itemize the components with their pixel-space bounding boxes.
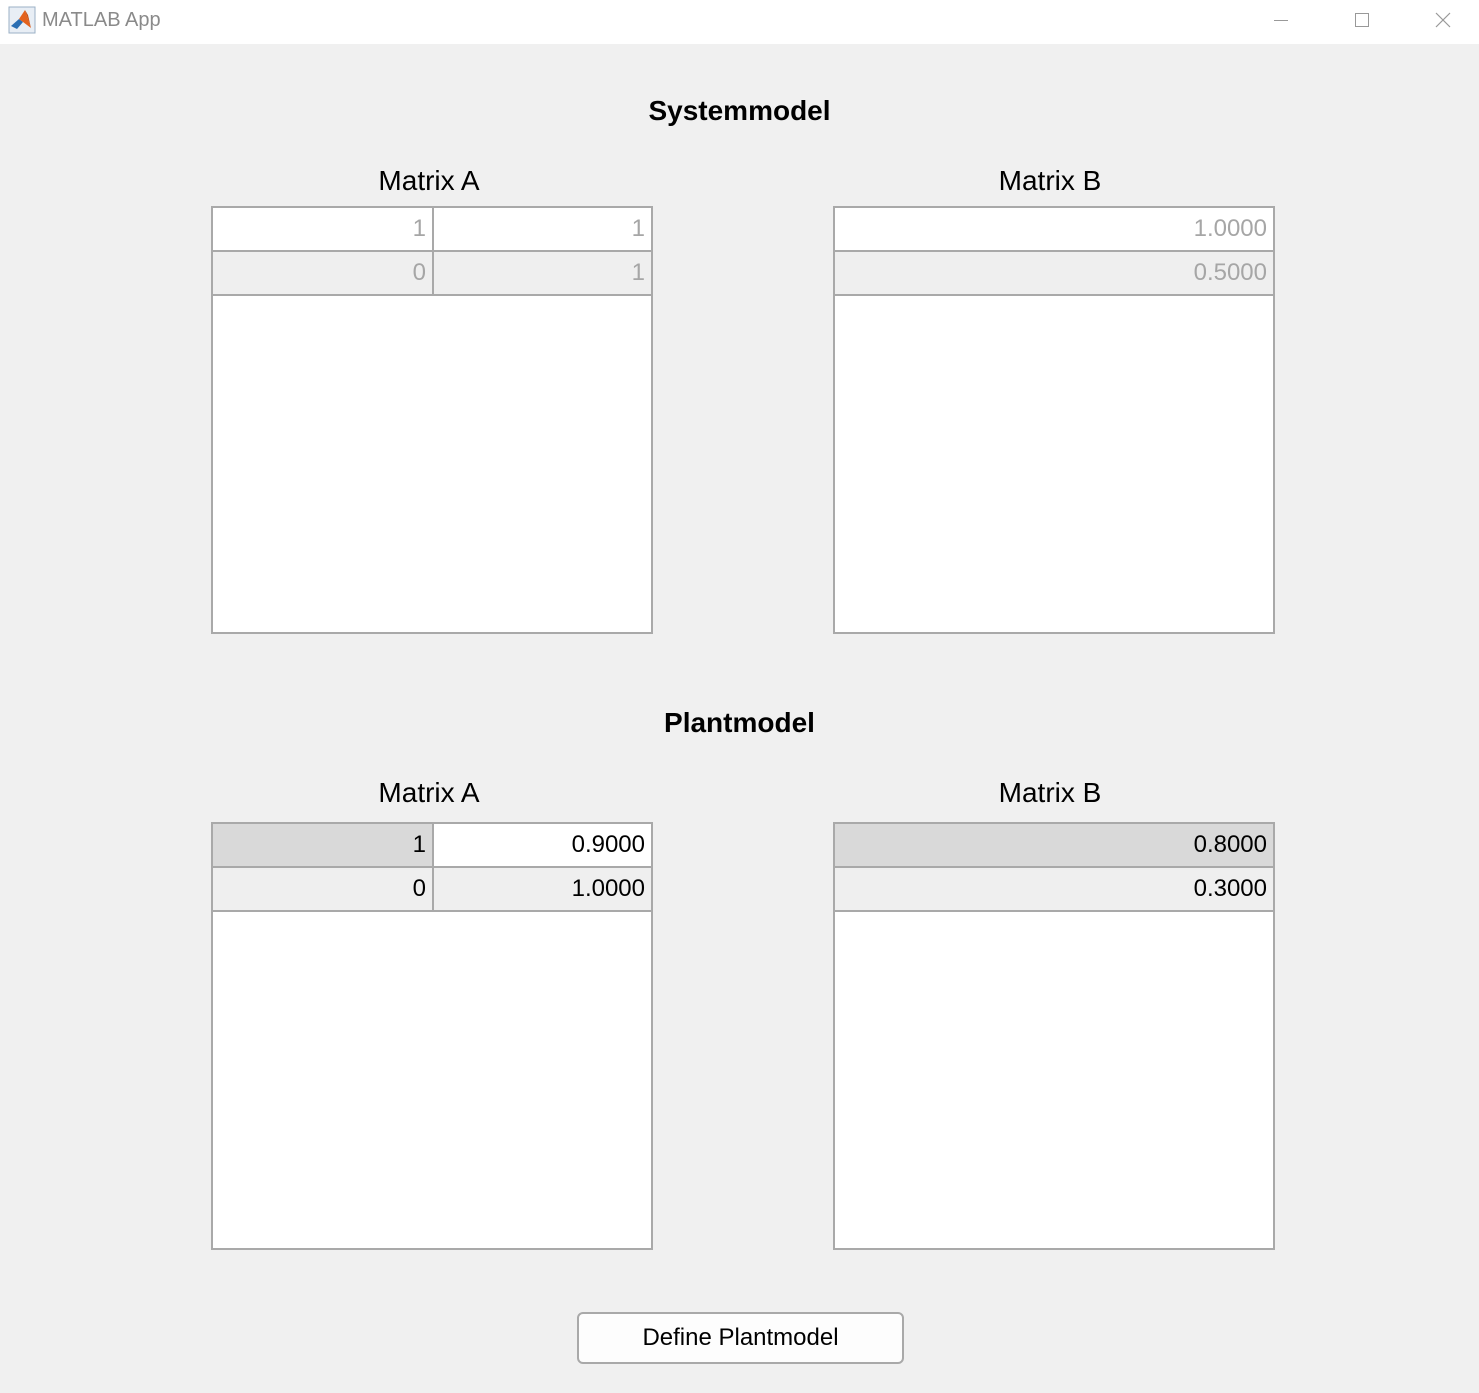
system-matrix-a-label: Matrix A xyxy=(378,165,480,196)
table-cell[interactable]: 0.9000 xyxy=(432,824,651,866)
table-cell[interactable]: 1 xyxy=(432,208,651,250)
table-cell[interactable]: 1.0000 xyxy=(835,208,1273,250)
plantmodel-title: Plantmodel xyxy=(664,707,815,738)
system-matrix-a-table[interactable]: 1 1 0 1 xyxy=(211,206,653,634)
table-cell[interactable]: 0 xyxy=(213,252,432,294)
plant-matrix-b-table[interactable]: 0.8000 0.3000 xyxy=(833,822,1275,1250)
table-row: 0.5000 xyxy=(835,252,1273,296)
table-row: 1 0.9000 xyxy=(213,824,651,868)
plant-matrix-b-label: Matrix B xyxy=(998,777,1102,808)
matlab-logo-icon xyxy=(8,6,36,34)
plant-matrix-a-table[interactable]: 1 0.9000 0 1.0000 xyxy=(211,822,653,1250)
maximize-button[interactable] xyxy=(1322,0,1402,40)
table-cell[interactable]: 1 xyxy=(213,208,432,250)
close-button[interactable] xyxy=(1403,0,1479,40)
system-matrix-b-table[interactable]: 1.0000 0.5000 xyxy=(833,206,1275,634)
minimize-button[interactable] xyxy=(1241,0,1321,40)
close-icon xyxy=(1435,12,1451,28)
window-title: MATLAB App xyxy=(42,9,161,31)
window-title-bar: MATLAB App xyxy=(0,0,1479,44)
minimize-icon xyxy=(1274,20,1288,21)
table-row: 0.3000 xyxy=(835,868,1273,912)
table-row: 1 1 xyxy=(213,208,651,252)
table-row: 0.8000 xyxy=(835,824,1273,868)
system-matrix-b-label: Matrix B xyxy=(998,165,1102,196)
table-cell[interactable]: 1.0000 xyxy=(432,868,651,910)
table-cell[interactable]: 1 xyxy=(213,824,432,866)
table-row: 0 1 xyxy=(213,252,651,296)
systemmodel-title: Systemmodel xyxy=(648,95,831,126)
table-cell[interactable]: 1 xyxy=(432,252,651,294)
table-cell[interactable]: 0.8000 xyxy=(835,824,1273,866)
table-row: 1.0000 xyxy=(835,208,1273,252)
table-cell[interactable]: 0 xyxy=(213,868,432,910)
maximize-icon xyxy=(1355,13,1369,27)
define-plantmodel-button[interactable]: Define Plantmodel xyxy=(577,1312,904,1364)
table-row: 0 1.0000 xyxy=(213,868,651,912)
plant-matrix-a-label: Matrix A xyxy=(378,777,480,808)
table-cell[interactable]: 0.3000 xyxy=(835,868,1273,910)
table-cell[interactable]: 0.5000 xyxy=(835,252,1273,294)
